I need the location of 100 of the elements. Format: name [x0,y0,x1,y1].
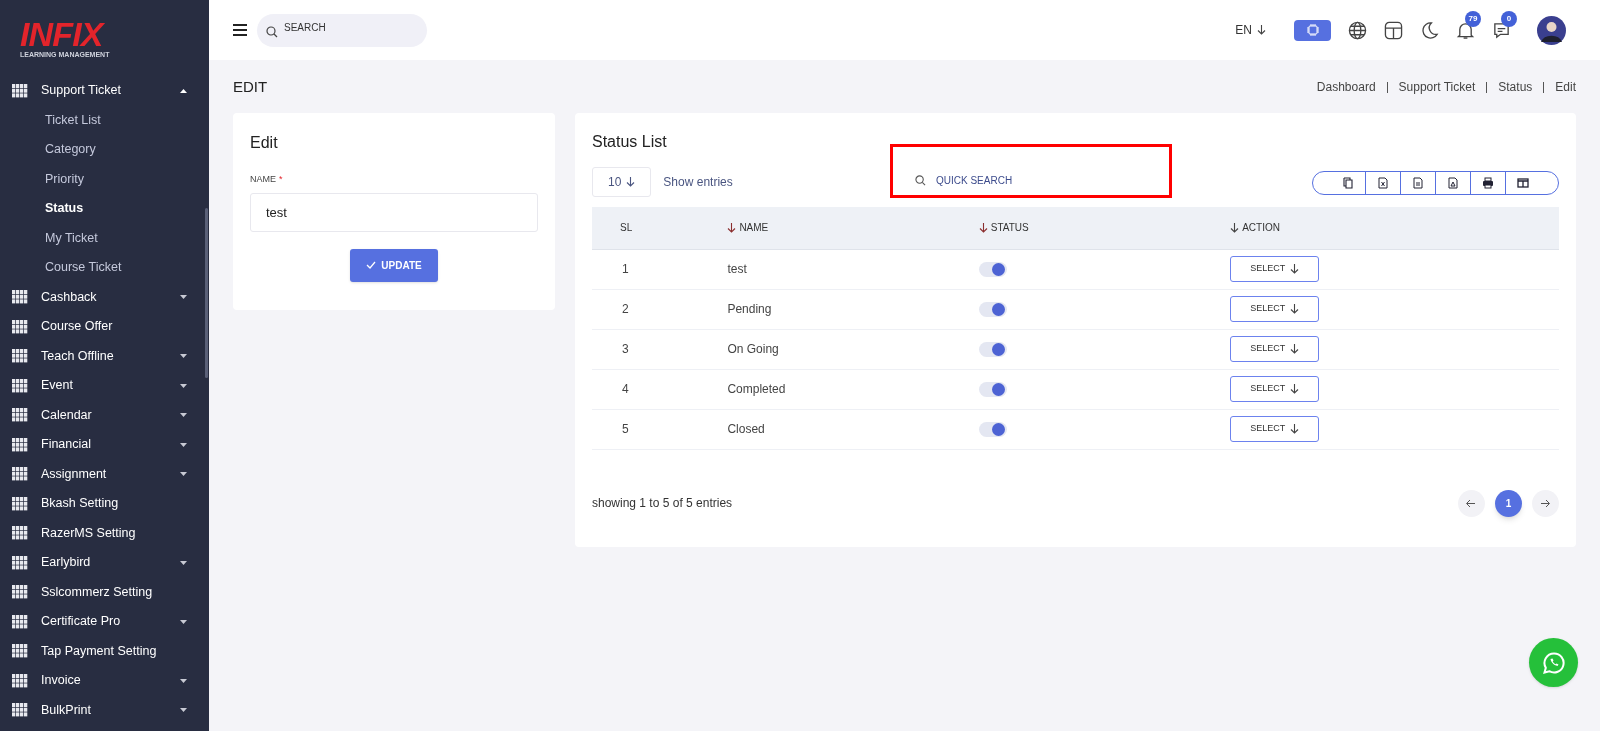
excel-file-icon[interactable] [1377,177,1389,189]
toggle-switch[interactable] [978,341,1007,357]
grid-icon [12,349,28,364]
arrow-down-icon [626,177,636,187]
sidebar-item[interactable]: RazerMS Setting [12,518,187,548]
table-cell: On Going [727,329,979,369]
toggle-switch[interactable] [978,381,1007,397]
select-button[interactable]: SELECT [1230,376,1320,402]
grid-icon [12,703,28,718]
chat-icon[interactable] [1492,20,1511,40]
sidebar-item[interactable]: Cashback [12,282,187,312]
file-icon[interactable] [1412,177,1424,189]
sidebar-item[interactable]: Certificate Pro [12,607,187,637]
bell-icon[interactable] [1456,20,1475,40]
whatsapp-icon [1541,650,1566,675]
sidebar-item[interactable]: Tap Payment Setting [12,636,187,666]
sidebar-item[interactable]: Bkash Setting [12,489,187,519]
sidebar-item[interactable]: BulkPrint [12,695,187,725]
arrow-down-icon [1290,424,1300,434]
grid-icon [12,673,28,688]
select-button[interactable]: SELECT [1230,336,1320,362]
pdf-file-icon[interactable] [1447,177,1459,189]
ai-button[interactable] [1294,19,1331,41]
globe-icon[interactable] [1348,20,1367,40]
grid-icon [12,555,28,570]
select-button[interactable]: SELECT [1230,416,1320,442]
page-button[interactable]: 1 [1495,489,1522,517]
column-header[interactable]: ACTION [1230,207,1559,249]
sidebar-item[interactable]: Support Ticket [12,76,187,106]
search-field[interactable]: SEARCH [257,13,427,47]
grid-icon [12,644,28,659]
table-cell: 1 [592,249,728,289]
grid-icon [12,378,28,393]
sidebar-item[interactable]: Event [12,371,187,401]
table-cell: 2 [592,289,728,329]
grid-icon [12,496,28,511]
page-size-select[interactable]: 10 [592,167,652,197]
message-badge: 0 [1501,10,1517,27]
grid-icon [12,526,28,541]
submenu-item[interactable]: Status [12,194,187,224]
sidebar-item[interactable]: Course Offer [12,312,187,342]
menu-icon[interactable] [233,24,247,36]
quick-search-field[interactable]: QUICK SEARCH [936,172,1056,188]
submenu-item[interactable]: Ticket List [12,105,187,135]
table-cell: Completed [727,369,979,409]
submenu-item[interactable]: Priority [12,164,187,194]
column-header[interactable]: NAME [727,207,979,249]
sidebar-item[interactable]: Assignment [12,459,187,489]
table-cell: Pending [727,289,979,329]
breadcrumb-link[interactable]: Support Ticket [1398,78,1476,96]
language-selector[interactable]: EN [1235,21,1266,39]
table-cell: 5 [592,409,728,449]
grid-icon [12,319,28,334]
column-header[interactable]: SL [592,207,728,249]
sidebar-item[interactable]: Calendar [12,400,187,430]
select-button[interactable]: SELECT [1230,296,1320,322]
print-icon[interactable] [1482,177,1494,189]
grid-icon [12,614,28,629]
table-cell: 3 [592,329,728,369]
grid-icon [12,585,28,600]
breadcrumb-link[interactable]: Dashboard [1316,78,1376,96]
toggle-switch[interactable] [978,261,1007,277]
moon-icon[interactable] [1420,20,1439,40]
name-field[interactable]: test [250,192,538,232]
avatar[interactable] [1537,15,1566,45]
page-title: EDIT [233,76,268,97]
entries-summary: showing 1 to 5 of 5 entries [592,495,733,512]
grid-icon [12,437,28,452]
update-button[interactable]: UPDATE [350,248,438,282]
check-icon [366,261,377,269]
copy-icon[interactable] [1342,177,1354,189]
table-cell: 4 [592,369,728,409]
table-cell: test [727,249,979,289]
columns-icon[interactable] [1517,177,1529,189]
table-cell: Closed [727,409,979,449]
submenu-item[interactable]: Course Ticket [12,253,187,283]
select-button[interactable]: SELECT [1230,256,1320,282]
sidebar-item[interactable]: Financial [12,430,187,460]
show-entries-label: Show entries [663,174,733,191]
grid-icon [12,467,28,482]
toggle-switch[interactable] [978,301,1007,317]
scrollbar[interactable] [205,208,208,378]
arrow-down-icon [1290,304,1300,314]
sidebar-item[interactable]: Sslcommerz Setting [12,577,187,607]
sidebar-item[interactable]: Teach Offline [12,341,187,371]
breadcrumb-link[interactable]: Edit [1555,78,1576,96]
search-icon [266,25,278,38]
toggle-switch[interactable] [978,421,1007,437]
submenu-item[interactable]: My Ticket [12,223,187,253]
submenu-item[interactable]: Category [12,135,187,165]
column-header[interactable]: STATUS [978,207,1231,249]
sidebar-item[interactable]: Earlybird [12,548,187,578]
breadcrumb-link[interactable]: Status [1498,78,1533,96]
grid-icon [12,408,28,423]
sidebar-item[interactable]: Invoice [12,666,187,696]
logo-title: INFIX [20,17,103,50]
arrow-down-icon [1290,384,1300,394]
arrow-down-icon [1290,344,1300,354]
grid-icon [12,83,28,98]
layout-icon[interactable] [1384,20,1403,40]
